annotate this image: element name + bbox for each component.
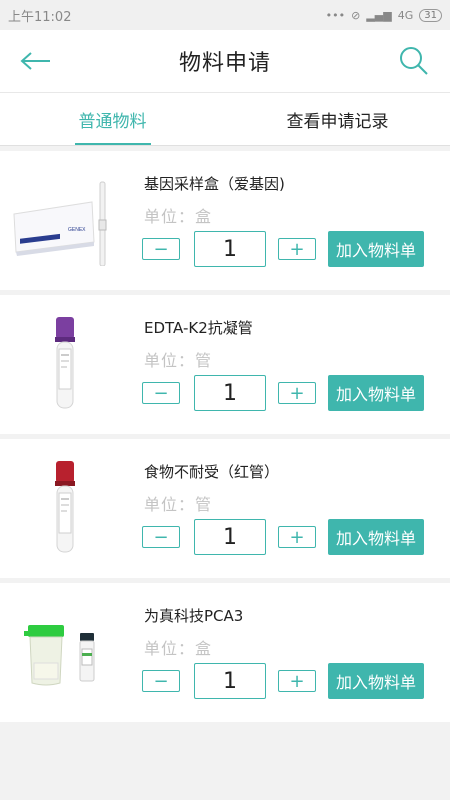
increase-button[interactable]: + xyxy=(278,238,316,260)
product-image-urine-cup xyxy=(0,583,130,722)
app-header: 物料申请 xyxy=(0,30,450,92)
plus-icon: + xyxy=(289,382,305,404)
tab-common-materials[interactable]: 普通物料 xyxy=(0,93,225,145)
minus-icon: − xyxy=(153,526,169,548)
quantity-field[interactable]: 1 xyxy=(194,519,266,555)
decrease-button[interactable]: − xyxy=(142,670,180,692)
material-list: GENEX 基因采样盒（爱基因) 单位：盒 − 1 + 加入物料单 EDTA-K… xyxy=(0,146,450,800)
quantity-field[interactable]: 1 xyxy=(194,375,266,411)
list-item: EDTA-K2抗凝管 单位：管 − 1 + 加入物料单 xyxy=(0,295,450,434)
search-button[interactable] xyxy=(396,43,432,79)
item-unit: 单位：盒 xyxy=(144,639,213,658)
list-item: 食物不耐受（红管） 单位：管 − 1 + 加入物料单 xyxy=(0,439,450,578)
product-image-red-tube xyxy=(0,439,130,578)
page-title: 物料申请 xyxy=(178,51,271,76)
list-item: GENEX 基因采样盒（爱基因) 单位：盒 − 1 + 加入物料单 xyxy=(0,151,450,290)
item-name: 基因采样盒（爱基因) xyxy=(144,175,285,193)
item-name: EDTA-K2抗凝管 xyxy=(144,319,253,337)
battery-icon: 31 xyxy=(419,8,442,22)
minus-icon: − xyxy=(153,238,169,260)
increase-button[interactable]: + xyxy=(278,670,316,692)
quantity-stepper: − 1 + 加入物料单 xyxy=(142,519,424,555)
list-item: 为真科技PCA3 单位：盒 − 1 + 加入物料单 xyxy=(0,583,450,722)
signal-icon: ▂▄▆ xyxy=(366,8,392,22)
status-bar: 上午11:02 ••• ⊘ ▂▄▆ 4G 31 xyxy=(0,0,450,30)
add-to-list-button[interactable]: 加入物料单 xyxy=(328,231,424,267)
mute-icon: ⊘ xyxy=(351,8,361,22)
status-time: 上午11:02 xyxy=(8,9,72,25)
product-image-gene-box: GENEX xyxy=(0,151,130,290)
minus-icon: − xyxy=(153,382,169,404)
add-to-list-button[interactable]: 加入物料单 xyxy=(328,663,424,699)
item-name: 为真科技PCA3 xyxy=(144,607,244,625)
item-unit: 单位：管 xyxy=(144,351,213,370)
item-unit: 单位：盒 xyxy=(144,207,213,226)
item-name: 食物不耐受（红管） xyxy=(144,463,280,481)
plus-icon: + xyxy=(289,526,305,548)
decrease-button[interactable]: − xyxy=(142,526,180,548)
decrease-button[interactable]: − xyxy=(142,382,180,404)
more-dots-icon: ••• xyxy=(325,8,346,22)
quantity-stepper: − 1 + 加入物料单 xyxy=(142,375,424,411)
search-icon xyxy=(399,47,428,75)
product-image-purple-tube xyxy=(0,295,130,434)
minus-icon: − xyxy=(153,670,169,692)
svg-text:GENEX: GENEX xyxy=(68,227,86,233)
quantity-field[interactable]: 1 xyxy=(194,663,266,699)
add-to-list-button[interactable]: 加入物料单 xyxy=(328,375,424,411)
item-unit: 单位：管 xyxy=(144,495,213,514)
tab-bar: 普通物料 查看申请记录 xyxy=(0,92,450,146)
quantity-stepper: − 1 + 加入物料单 xyxy=(142,231,424,267)
back-button[interactable] xyxy=(18,43,54,79)
decrease-button[interactable]: − xyxy=(142,238,180,260)
increase-button[interactable]: + xyxy=(278,382,316,404)
increase-button[interactable]: + xyxy=(278,526,316,548)
add-to-list-button[interactable]: 加入物料单 xyxy=(328,519,424,555)
plus-icon: + xyxy=(289,670,305,692)
quantity-field[interactable]: 1 xyxy=(194,231,266,267)
arrow-left-icon xyxy=(20,52,50,70)
status-icons: ••• ⊘ ▂▄▆ 4G 31 xyxy=(325,8,442,22)
network-type: 4G xyxy=(397,8,414,22)
quantity-stepper: − 1 + 加入物料单 xyxy=(142,663,424,699)
plus-icon: + xyxy=(289,238,305,260)
tab-application-records[interactable]: 查看申请记录 xyxy=(225,93,450,145)
